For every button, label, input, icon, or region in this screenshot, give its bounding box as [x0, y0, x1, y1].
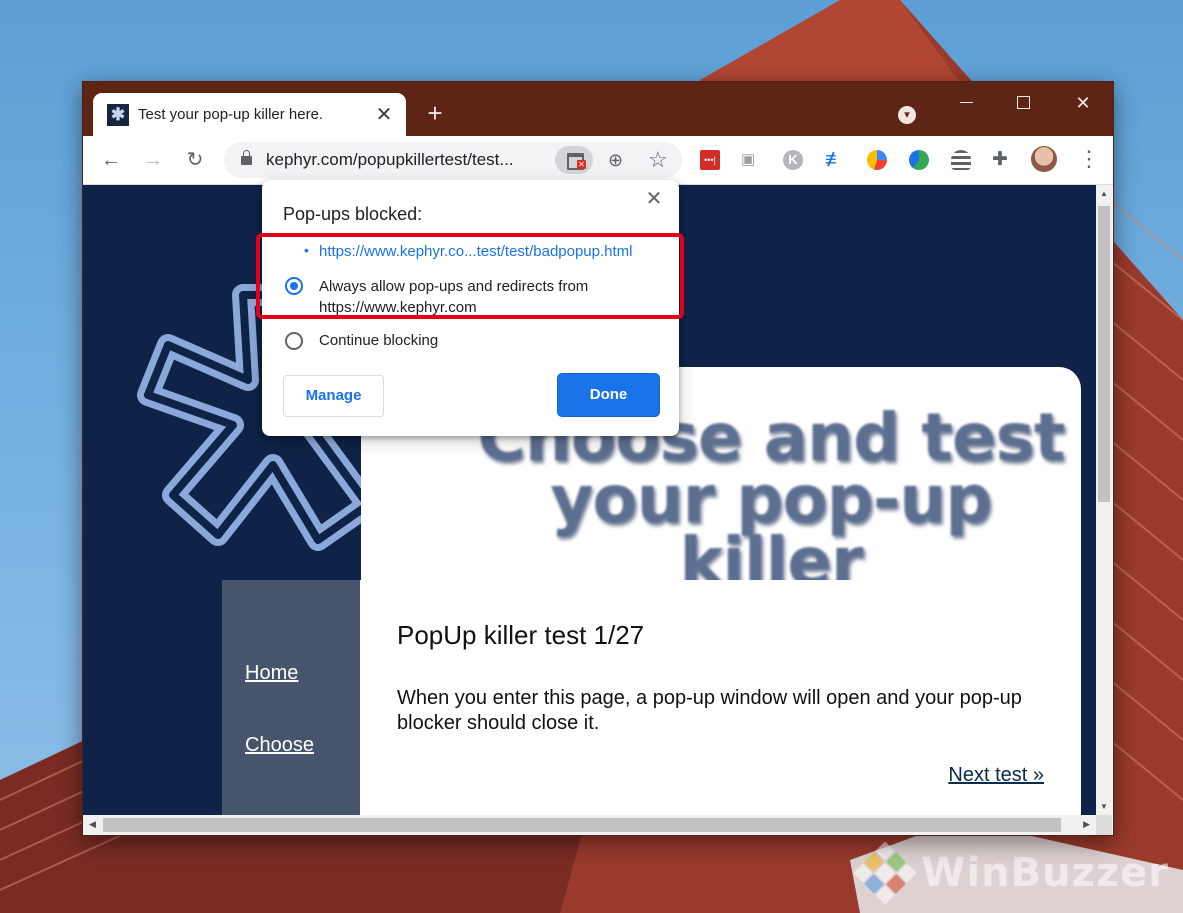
winbuzzer-logo-icon: [853, 841, 917, 905]
scroll-down-arrow-icon[interactable]: ▼: [1096, 802, 1112, 811]
bookmark-star-icon[interactable]: ☆: [648, 147, 668, 173]
vertical-scrollbar[interactable]: ▲ ▼: [1096, 185, 1112, 815]
address-bar[interactable]: kephyr.com/popupkillertest/test... ✕ ⊕ ☆: [224, 142, 682, 178]
horizontal-scrollbar[interactable]: ◀ ▶: [83, 815, 1096, 835]
browser-toolbar: ← → ↻ kephyr.com/popupkillertest/test...…: [83, 136, 1113, 185]
tab-search-icon[interactable]: ▾: [898, 106, 916, 124]
horizontal-scroll-thumb[interactable]: [103, 818, 1061, 832]
new-tab-button[interactable]: +: [421, 99, 449, 127]
back-icon[interactable]: ←: [97, 146, 125, 174]
highlight-annotation-box: [256, 233, 684, 319]
scroll-right-arrow-icon[interactable]: ▶: [1083, 819, 1090, 830]
watermark-text: WinBuzzer: [921, 850, 1169, 896]
pie-chart-extension-icon[interactable]: [867, 150, 887, 170]
nav-link-choose[interactable]: Choose: [245, 734, 314, 757]
globe-extension-icon[interactable]: [909, 150, 929, 170]
dialog-close-icon[interactable]: ✕: [643, 188, 665, 210]
option-continue-blocking-label[interactable]: Continue blocking: [319, 330, 438, 351]
extensions-icon[interactable]: ✚: [992, 150, 1012, 170]
dialog-title: Pop-ups blocked:: [283, 204, 423, 224]
tab-title: Test your pop-up killer here.: [138, 106, 324, 123]
scrollbar-corner: [1096, 815, 1112, 835]
browser-tab[interactable]: ✱ Test your pop-up killer here. ✕: [93, 93, 406, 136]
lastpass-extension-icon[interactable]: •••|: [700, 150, 720, 170]
scroll-up-arrow-icon[interactable]: ▲: [1096, 189, 1112, 198]
maximize-button[interactable]: [1000, 88, 1046, 118]
lock-icon[interactable]: [241, 149, 252, 165]
forward-icon[interactable]: →: [139, 146, 167, 174]
nav-link-home[interactable]: Home: [245, 662, 298, 685]
reload-icon[interactable]: ↻: [181, 146, 209, 174]
profile-avatar[interactable]: [1031, 146, 1057, 172]
page-title: PopUp killer test 1/27: [397, 620, 645, 650]
done-button[interactable]: Done: [558, 374, 659, 416]
scroll-left-arrow-icon[interactable]: ◀: [89, 819, 96, 830]
url-text[interactable]: kephyr.com/popupkillertest/test...: [266, 150, 556, 170]
zoom-icon[interactable]: ⊕: [608, 150, 623, 171]
close-window-button[interactable]: ✕: [1060, 88, 1106, 118]
next-test-link[interactable]: Next test »: [948, 764, 1044, 787]
manage-button[interactable]: Manage: [283, 375, 384, 417]
site-favicon-icon: ✱: [107, 103, 129, 126]
page-description: When you enter this page, a pop-up windo…: [397, 687, 1022, 734]
stack-extension-icon[interactable]: [951, 150, 971, 170]
feather-extension-icon[interactable]: ≢: [825, 150, 845, 170]
left-navigation: Home Choose: [222, 580, 360, 815]
winbuzzer-watermark: WinBuzzer: [853, 841, 1169, 905]
menu-icon[interactable]: ⋮: [1078, 148, 1100, 170]
tab-close-icon[interactable]: ✕: [372, 103, 396, 127]
title-bar: ✱ Test your pop-up killer here. ✕ + ▾ ✕: [83, 82, 1113, 136]
minimize-button[interactable]: [943, 88, 989, 118]
k-extension-icon[interactable]: K: [783, 150, 803, 170]
vertical-scroll-thumb[interactable]: [1098, 206, 1110, 502]
popup-blocked-icon[interactable]: ✕: [555, 146, 593, 174]
main-content: PopUp killer test 1/27 When you enter th…: [360, 580, 1081, 815]
camera-extension-icon[interactable]: ▣: [741, 150, 761, 170]
radio-continue-blocking[interactable]: [285, 332, 303, 350]
